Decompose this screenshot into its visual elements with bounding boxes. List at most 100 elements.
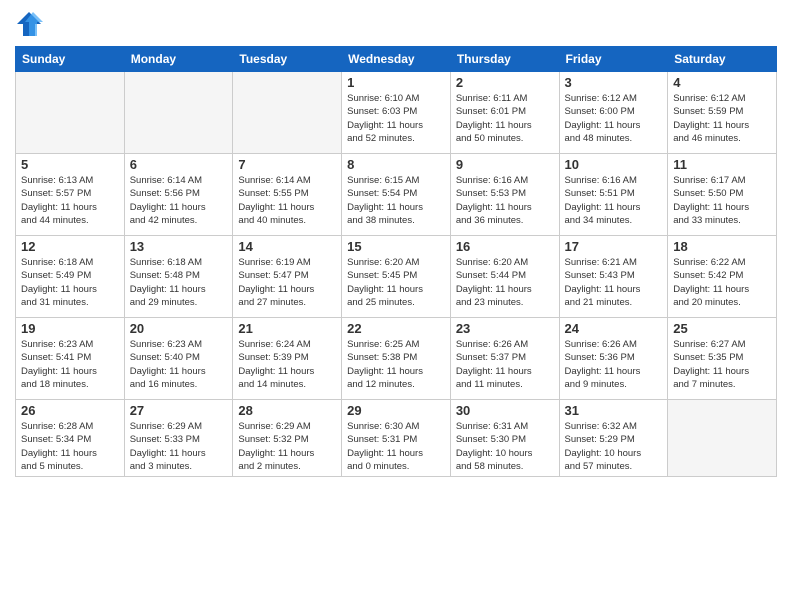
day-number: 29 xyxy=(347,403,445,418)
calendar-cell: 28 Sunrise: 6:29 AM Sunset: 5:32 PM Dayli… xyxy=(233,400,342,477)
day-number: 1 xyxy=(347,75,445,90)
day-number: 19 xyxy=(21,321,119,336)
day-info: Sunrise: 6:18 AM Sunset: 5:49 PM Dayligh… xyxy=(21,256,119,309)
calendar-cell xyxy=(124,72,233,154)
calendar-cell: 7 Sunrise: 6:14 AM Sunset: 5:55 PM Daylig… xyxy=(233,154,342,236)
calendar-cell: 3 Sunrise: 6:12 AM Sunset: 6:00 PM Daylig… xyxy=(559,72,668,154)
day-header-wednesday: Wednesday xyxy=(342,47,451,72)
day-number: 9 xyxy=(456,157,554,172)
week-row-2: 5 Sunrise: 6:13 AM Sunset: 5:57 PM Daylig… xyxy=(16,154,777,236)
calendar-cell: 8 Sunrise: 6:15 AM Sunset: 5:54 PM Daylig… xyxy=(342,154,451,236)
day-number: 31 xyxy=(565,403,663,418)
day-number: 5 xyxy=(21,157,119,172)
calendar-cell: 20 Sunrise: 6:23 AM Sunset: 5:40 PM Dayli… xyxy=(124,318,233,400)
calendar-cell: 18 Sunrise: 6:22 AM Sunset: 5:42 PM Dayli… xyxy=(668,236,777,318)
day-number: 8 xyxy=(347,157,445,172)
day-number: 22 xyxy=(347,321,445,336)
calendar-cell: 15Sunrise: 6:20 AM Sunset: 5:45 PM Dayli… xyxy=(342,236,451,318)
day-info: Sunrise: 6:14 AM Sunset: 5:55 PM Dayligh… xyxy=(238,174,336,227)
calendar-cell: 16Sunrise: 6:20 AM Sunset: 5:44 PM Dayli… xyxy=(450,236,559,318)
day-info: Sunrise: 6:29 AM Sunset: 5:32 PM Dayligh… xyxy=(238,420,336,473)
calendar-cell: 9 Sunrise: 6:16 AM Sunset: 5:53 PM Daylig… xyxy=(450,154,559,236)
calendar-cell: 30 Sunrise: 6:31 AM Sunset: 5:30 PM Dayli… xyxy=(450,400,559,477)
calendar-cell: 1 Sunrise: 6:10 AM Sunset: 6:03 PM Daylig… xyxy=(342,72,451,154)
calendar-cell: 5 Sunrise: 6:13 AM Sunset: 5:57 PM Daylig… xyxy=(16,154,125,236)
day-info: Sunrise: 6:12 AM Sunset: 6:00 PM Dayligh… xyxy=(565,92,663,145)
calendar-cell: 17 Sunrise: 6:21 AM Sunset: 5:43 PM Dayli… xyxy=(559,236,668,318)
calendar-cell: 31 Sunrise: 6:32 AM Sunset: 5:29 PM Dayli… xyxy=(559,400,668,477)
calendar-cell: 11 Sunrise: 6:17 AM Sunset: 5:50 PM Dayli… xyxy=(668,154,777,236)
day-number: 27 xyxy=(130,403,228,418)
day-number: 20 xyxy=(130,321,228,336)
day-number: 16 xyxy=(456,239,554,254)
day-number: 6 xyxy=(130,157,228,172)
day-info: Sunrise: 6:13 AM Sunset: 5:57 PM Dayligh… xyxy=(21,174,119,227)
day-info: Sunrise: 6:17 AM Sunset: 5:50 PM Dayligh… xyxy=(673,174,771,227)
calendar-cell: 24Sunrise: 6:26 AM Sunset: 5:36 PM Dayli… xyxy=(559,318,668,400)
calendar-cell: 21 Sunrise: 6:24 AM Sunset: 5:39 PM Dayli… xyxy=(233,318,342,400)
day-number: 11 xyxy=(673,157,771,172)
day-info: Sunrise: 6:10 AM Sunset: 6:03 PM Dayligh… xyxy=(347,92,445,145)
day-info: Sunrise: 6:27 AM Sunset: 5:35 PM Dayligh… xyxy=(673,338,771,391)
calendar-cell: 23 Sunrise: 6:26 AM Sunset: 5:37 PM Dayli… xyxy=(450,318,559,400)
day-info: Sunrise: 6:21 AM Sunset: 5:43 PM Dayligh… xyxy=(565,256,663,309)
day-number: 7 xyxy=(238,157,336,172)
day-info: Sunrise: 6:16 AM Sunset: 5:53 PM Dayligh… xyxy=(456,174,554,227)
day-info: Sunrise: 6:30 AM Sunset: 5:31 PM Dayligh… xyxy=(347,420,445,473)
day-info: Sunrise: 6:23 AM Sunset: 5:41 PM Dayligh… xyxy=(21,338,119,391)
day-info: Sunrise: 6:26 AM Sunset: 5:37 PM Dayligh… xyxy=(456,338,554,391)
calendar-cell: 13Sunrise: 6:18 AM Sunset: 5:48 PM Dayli… xyxy=(124,236,233,318)
day-header-saturday: Saturday xyxy=(668,47,777,72)
day-info: Sunrise: 6:22 AM Sunset: 5:42 PM Dayligh… xyxy=(673,256,771,309)
day-number: 26 xyxy=(21,403,119,418)
day-number: 24 xyxy=(565,321,663,336)
day-info: Sunrise: 6:28 AM Sunset: 5:34 PM Dayligh… xyxy=(21,420,119,473)
calendar-cell: 27 Sunrise: 6:29 AM Sunset: 5:33 PM Dayli… xyxy=(124,400,233,477)
calendar-cell: 19 Sunrise: 6:23 AM Sunset: 5:41 PM Dayli… xyxy=(16,318,125,400)
day-number: 28 xyxy=(238,403,336,418)
day-number: 17 xyxy=(565,239,663,254)
day-number: 15 xyxy=(347,239,445,254)
calendar-cell: 4Sunrise: 6:12 AM Sunset: 5:59 PM Daylig… xyxy=(668,72,777,154)
logo xyxy=(15,10,47,38)
week-row-4: 19 Sunrise: 6:23 AM Sunset: 5:41 PM Dayli… xyxy=(16,318,777,400)
day-number: 3 xyxy=(565,75,663,90)
calendar-cell: 22 Sunrise: 6:25 AM Sunset: 5:38 PM Dayli… xyxy=(342,318,451,400)
day-info: Sunrise: 6:16 AM Sunset: 5:51 PM Dayligh… xyxy=(565,174,663,227)
week-row-1: 1 Sunrise: 6:10 AM Sunset: 6:03 PM Daylig… xyxy=(16,72,777,154)
day-info: Sunrise: 6:14 AM Sunset: 5:56 PM Dayligh… xyxy=(130,174,228,227)
day-info: Sunrise: 6:24 AM Sunset: 5:39 PM Dayligh… xyxy=(238,338,336,391)
calendar-cell: 12 Sunrise: 6:18 AM Sunset: 5:49 PM Dayli… xyxy=(16,236,125,318)
calendar-cell xyxy=(233,72,342,154)
day-info: Sunrise: 6:12 AM Sunset: 5:59 PM Dayligh… xyxy=(673,92,771,145)
header xyxy=(15,10,777,38)
calendar-cell: 6 Sunrise: 6:14 AM Sunset: 5:56 PM Daylig… xyxy=(124,154,233,236)
calendar-cell: 26 Sunrise: 6:28 AM Sunset: 5:34 PM Dayli… xyxy=(16,400,125,477)
day-info: Sunrise: 6:23 AM Sunset: 5:40 PM Dayligh… xyxy=(130,338,228,391)
page: SundayMondayTuesdayWednesdayThursdayFrid… xyxy=(0,0,792,612)
day-info: Sunrise: 6:29 AM Sunset: 5:33 PM Dayligh… xyxy=(130,420,228,473)
day-number: 13 xyxy=(130,239,228,254)
day-info: Sunrise: 6:31 AM Sunset: 5:30 PM Dayligh… xyxy=(456,420,554,473)
week-row-5: 26 Sunrise: 6:28 AM Sunset: 5:34 PM Dayli… xyxy=(16,400,777,477)
day-info: Sunrise: 6:15 AM Sunset: 5:54 PM Dayligh… xyxy=(347,174,445,227)
day-header-friday: Friday xyxy=(559,47,668,72)
day-number: 25 xyxy=(673,321,771,336)
day-number: 12 xyxy=(21,239,119,254)
day-info: Sunrise: 6:25 AM Sunset: 5:38 PM Dayligh… xyxy=(347,338,445,391)
calendar-cell: 10Sunrise: 6:16 AM Sunset: 5:51 PM Dayli… xyxy=(559,154,668,236)
day-header-thursday: Thursday xyxy=(450,47,559,72)
day-info: Sunrise: 6:19 AM Sunset: 5:47 PM Dayligh… xyxy=(238,256,336,309)
day-headers-row: SundayMondayTuesdayWednesdayThursdayFrid… xyxy=(16,47,777,72)
day-number: 23 xyxy=(456,321,554,336)
day-info: Sunrise: 6:11 AM Sunset: 6:01 PM Dayligh… xyxy=(456,92,554,145)
day-number: 30 xyxy=(456,403,554,418)
calendar: SundayMondayTuesdayWednesdayThursdayFrid… xyxy=(15,46,777,477)
day-number: 14 xyxy=(238,239,336,254)
day-info: Sunrise: 6:32 AM Sunset: 5:29 PM Dayligh… xyxy=(565,420,663,473)
day-number: 21 xyxy=(238,321,336,336)
calendar-cell: 14 Sunrise: 6:19 AM Sunset: 5:47 PM Dayli… xyxy=(233,236,342,318)
logo-icon xyxy=(15,10,43,38)
day-number: 18 xyxy=(673,239,771,254)
day-header-sunday: Sunday xyxy=(16,47,125,72)
